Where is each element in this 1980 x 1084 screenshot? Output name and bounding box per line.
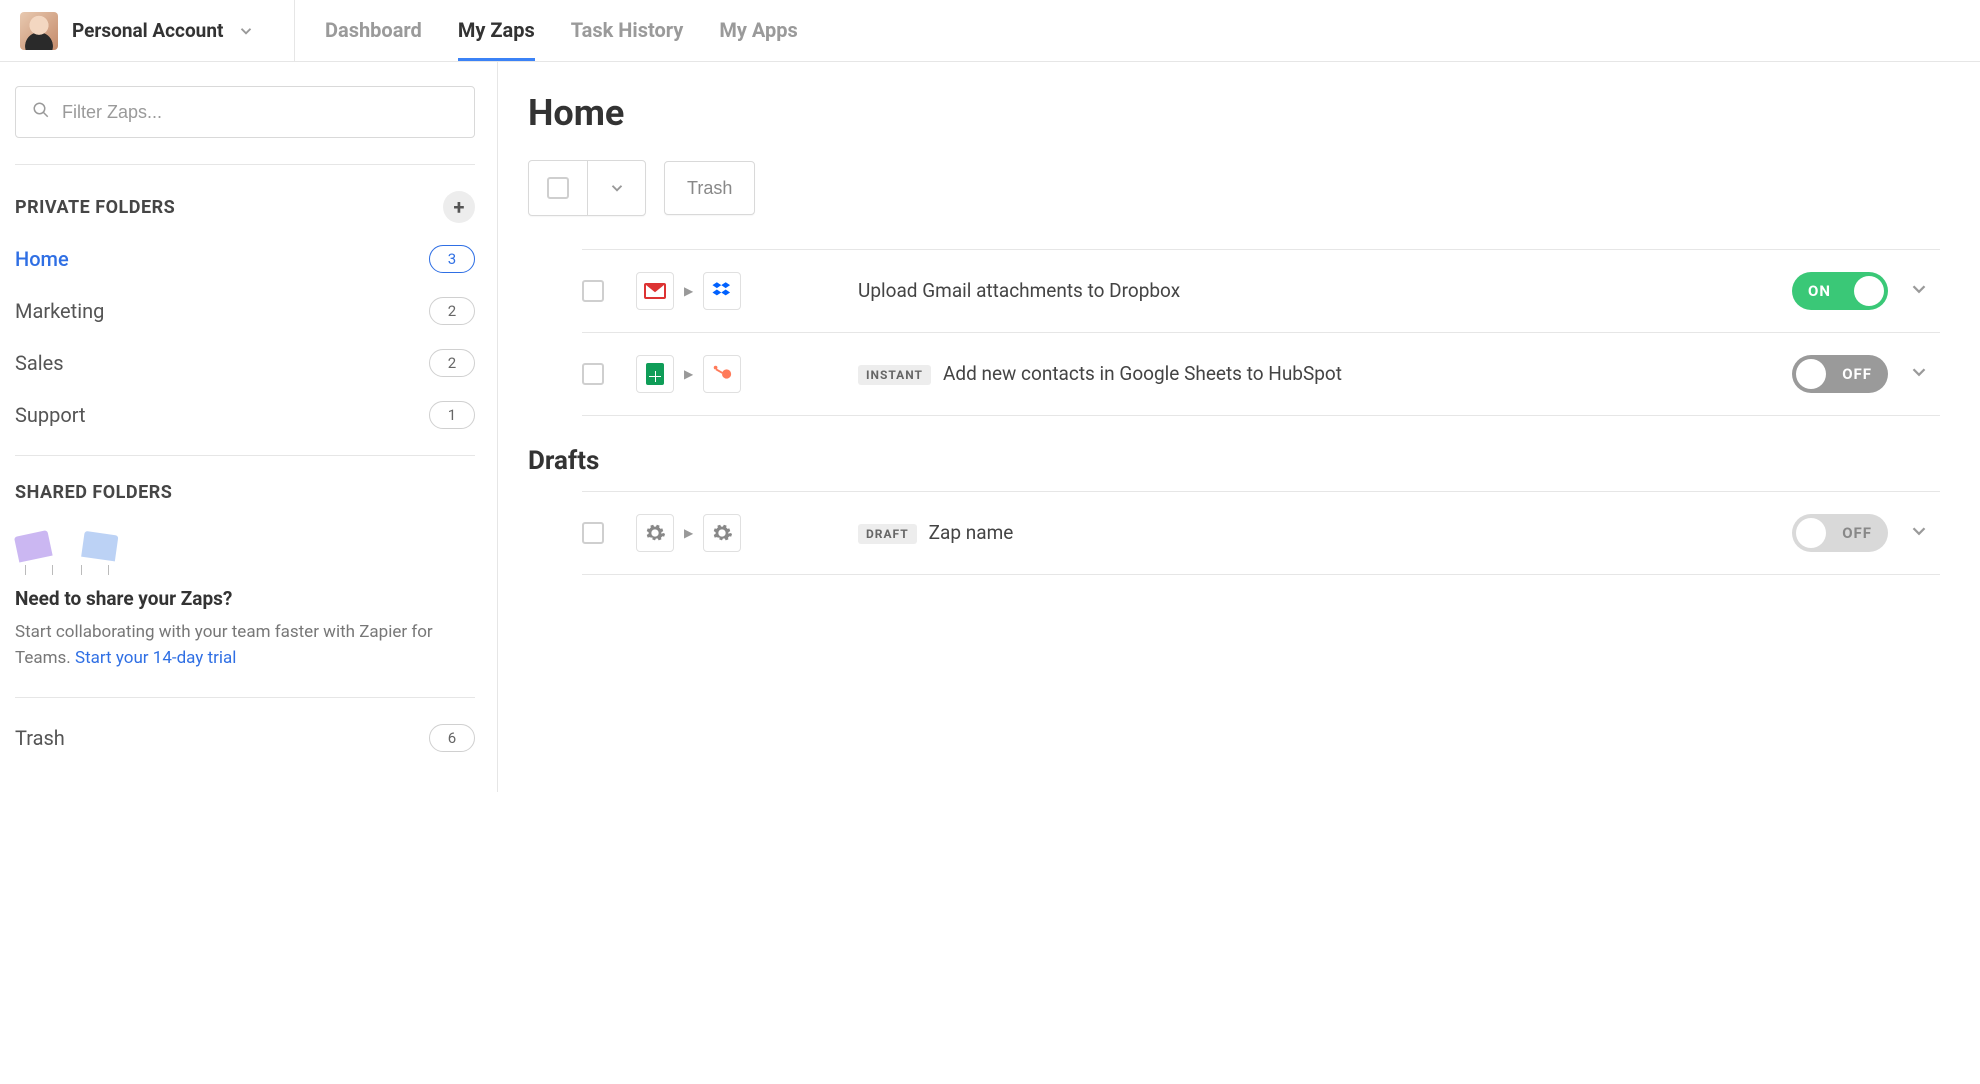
toggle-knob: [1854, 276, 1884, 306]
zap-title: Zap name: [929, 521, 1014, 544]
chevron-down-icon: [608, 179, 626, 197]
private-folders-title: PRIVATE FOLDERS: [15, 197, 175, 218]
count-badge: 2: [429, 349, 475, 377]
zap-row[interactable]: ▶ DRAFT Zap name OFF: [582, 491, 1940, 575]
nav-task-history[interactable]: Task History: [571, 1, 684, 61]
hubspot-icon: [703, 355, 741, 393]
share-promo: Need to share your Zaps? Start collabora…: [15, 525, 475, 671]
select-all-group: [528, 160, 646, 216]
filter-zaps[interactable]: [15, 86, 475, 138]
zap-toggle[interactable]: OFF: [1792, 355, 1888, 393]
plus-icon: +: [454, 195, 465, 219]
account-name: Personal Account: [72, 19, 223, 42]
zap-toggle[interactable]: OFF: [1792, 514, 1888, 552]
count-badge: 1: [429, 401, 475, 429]
chevron-down-icon: [237, 22, 255, 40]
folder-home[interactable]: Home 3: [15, 245, 475, 273]
main-nav: Dashboard My Zaps Task History My Apps: [295, 1, 798, 61]
folder-illustration: [15, 529, 475, 569]
folder-name: Home: [15, 247, 69, 271]
arrow-right-icon: ▶: [684, 367, 693, 381]
folder-support[interactable]: Support 1: [15, 401, 475, 429]
folder-name: Trash: [15, 726, 65, 750]
draft-badge: DRAFT: [858, 524, 917, 544]
zap-checkbox[interactable]: [582, 280, 604, 302]
search-icon: [32, 101, 50, 123]
zap-checkbox[interactable]: [582, 522, 604, 544]
avatar: [20, 12, 58, 50]
account-switcher[interactable]: Personal Account: [0, 0, 295, 61]
instant-badge: INSTANT: [858, 365, 931, 385]
zap-row[interactable]: ▶ INSTANT Add new contacts in Google She…: [582, 332, 1940, 416]
folder-name: Sales: [15, 351, 64, 375]
sidebar: PRIVATE FOLDERS + Home 3 Marketing 2 Sal…: [0, 62, 498, 792]
toggle-knob: [1796, 518, 1826, 548]
private-folders-header: PRIVATE FOLDERS +: [15, 191, 475, 223]
zap-menu-button[interactable]: [1908, 278, 1930, 304]
promo-title: Need to share your Zaps?: [15, 587, 475, 610]
folder-name: Support: [15, 403, 86, 427]
folder-name: Marketing: [15, 299, 104, 323]
placeholder-app-icon: [636, 514, 674, 552]
zap-title-wrap: INSTANT Add new contacts in Google Sheet…: [858, 361, 1770, 388]
toggle-knob: [1796, 359, 1826, 389]
folder-icon: [71, 529, 119, 569]
zap-menu-button[interactable]: [1908, 520, 1930, 546]
dropbox-icon: [703, 272, 741, 310]
count-badge: 2: [429, 297, 475, 325]
toggle-off-label: OFF: [1842, 365, 1872, 383]
trash-button[interactable]: Trash: [664, 161, 755, 215]
count-badge: 6: [429, 724, 475, 752]
zap-toggle[interactable]: ON: [1792, 272, 1888, 310]
promo-text: Start collaborating with your team faste…: [15, 620, 475, 671]
zap-apps: ▶: [636, 514, 836, 552]
folder-sales[interactable]: Sales 2: [15, 349, 475, 377]
folder-list: Home 3 Marketing 2 Sales 2 Support 1: [15, 245, 475, 429]
zap-row[interactable]: ▶ Upload Gmail attachments to Dropbox ON: [582, 249, 1940, 333]
folder-icon: [15, 529, 63, 569]
zap-actions: OFF: [1792, 355, 1930, 393]
zap-apps: ▶: [636, 355, 836, 393]
folder-trash[interactable]: Trash 6: [15, 724, 475, 752]
divider: [15, 164, 475, 165]
select-all-checkbox[interactable]: [529, 161, 587, 215]
zap-title: Add new contacts in Google Sheets to Hub…: [943, 362, 1342, 385]
nav-dashboard[interactable]: Dashboard: [325, 1, 422, 61]
placeholder-app-icon: [703, 514, 741, 552]
zap-menu-button[interactable]: [1908, 361, 1930, 387]
start-trial-link[interactable]: Start your 14-day trial: [75, 648, 236, 668]
folder-marketing[interactable]: Marketing 2: [15, 297, 475, 325]
google-sheets-icon: [636, 355, 674, 393]
filter-input[interactable]: [62, 102, 458, 123]
count-badge: 3: [429, 245, 475, 273]
gmail-icon: [636, 272, 674, 310]
page-title: Home: [528, 92, 1940, 134]
arrow-right-icon: ▶: [684, 526, 693, 540]
zap-checkbox[interactable]: [582, 363, 604, 385]
main-content: Home Trash ▶: [498, 62, 1980, 792]
drafts-section-title: Drafts: [528, 446, 1940, 476]
zap-actions: OFF: [1792, 514, 1930, 552]
toggle-on-label: ON: [1808, 282, 1831, 300]
nav-my-apps[interactable]: My Apps: [719, 1, 797, 61]
zap-toolbar: Trash: [528, 160, 1940, 216]
arrow-right-icon: ▶: [684, 284, 693, 298]
shared-folders-title: SHARED FOLDERS: [15, 482, 172, 503]
app-header: Personal Account Dashboard My Zaps Task …: [0, 0, 1980, 62]
zap-title-wrap: Upload Gmail attachments to Dropbox: [858, 278, 1770, 305]
divider: [15, 697, 475, 698]
select-all-dropdown[interactable]: [587, 161, 645, 215]
zap-list-home: ▶ Upload Gmail attachments to Dropbox ON: [582, 250, 1940, 416]
toggle-off-label: OFF: [1842, 524, 1872, 542]
zap-title-wrap: DRAFT Zap name: [858, 520, 1770, 547]
zap-apps: ▶: [636, 272, 836, 310]
zap-list-drafts: ▶ DRAFT Zap name OFF: [582, 492, 1940, 575]
checkbox-icon: [547, 177, 569, 199]
zap-title: Upload Gmail attachments to Dropbox: [858, 279, 1180, 302]
nav-my-zaps[interactable]: My Zaps: [458, 1, 535, 61]
shared-folders-header: SHARED FOLDERS: [15, 482, 475, 503]
zap-actions: ON: [1792, 272, 1930, 310]
divider: [15, 455, 475, 456]
add-folder-button[interactable]: +: [443, 191, 475, 223]
